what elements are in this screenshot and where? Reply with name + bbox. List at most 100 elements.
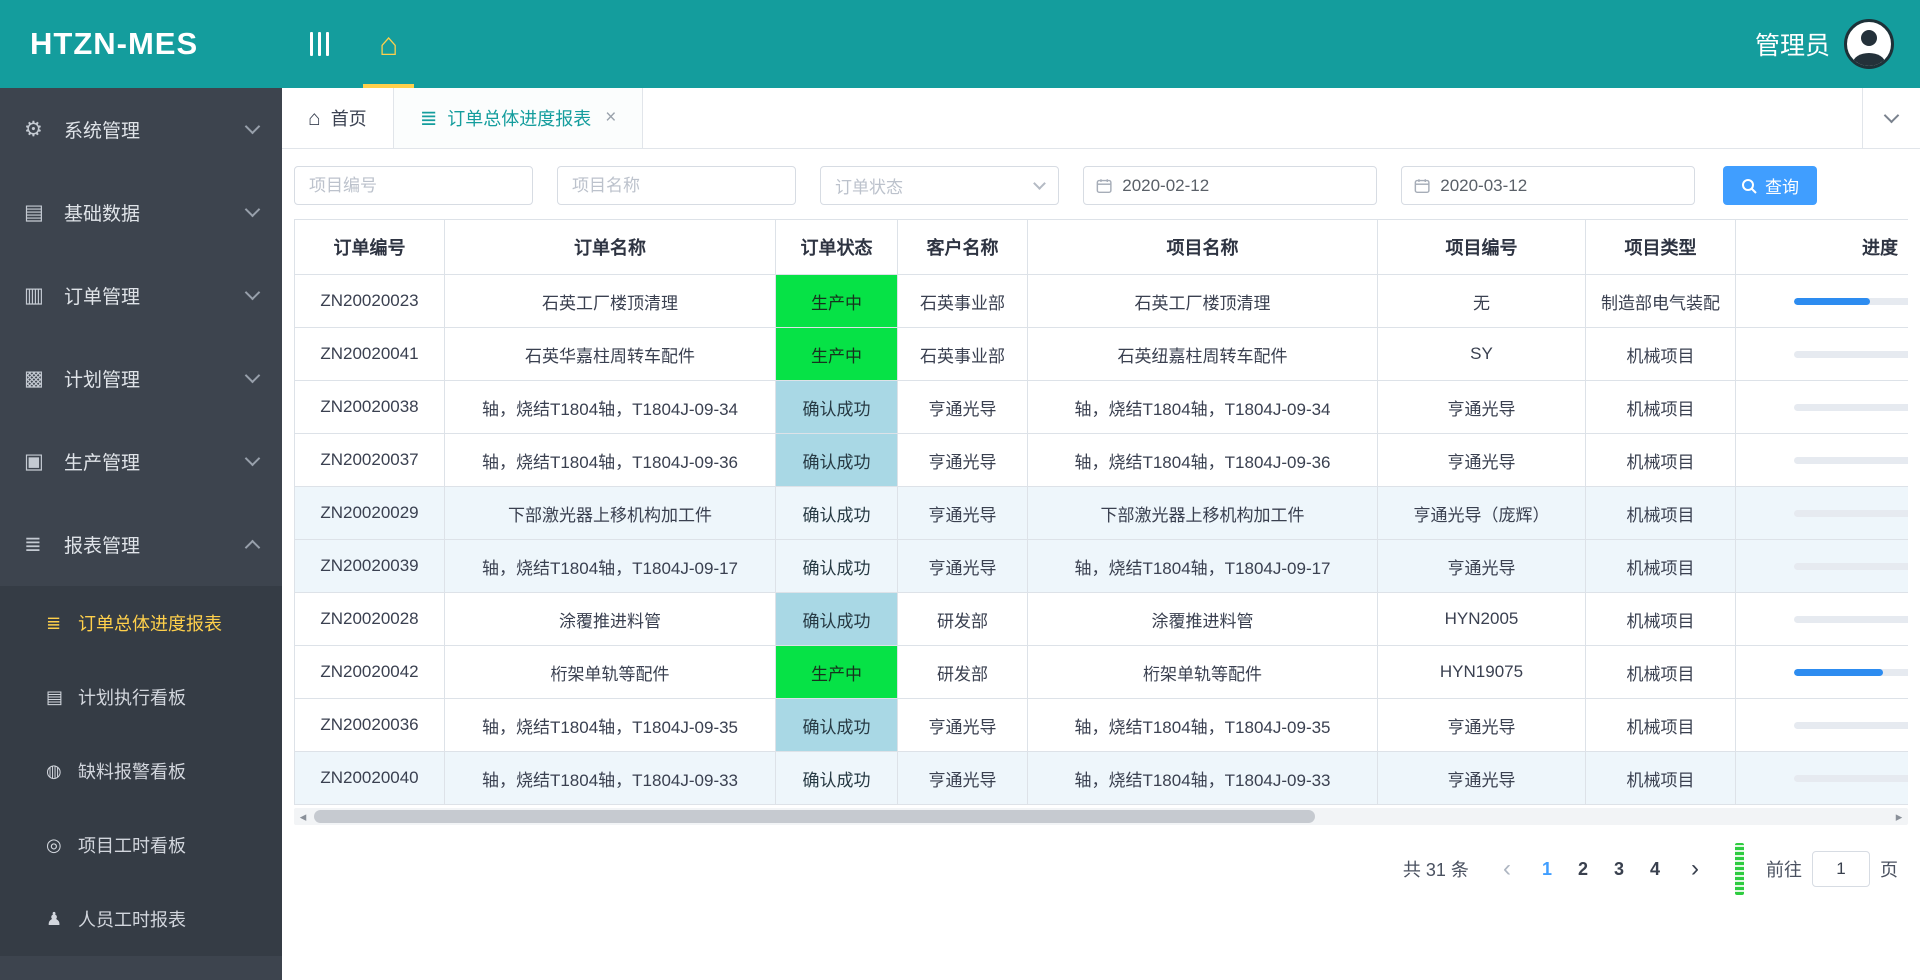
sidebar-subitem[interactable]: ♟ 人员工时报表 [0, 882, 282, 956]
plan-icon: ▩ [24, 367, 44, 390]
table-row[interactable]: ZN20020037 轴，烧结T1804轴，T1804J-09-36 确认成功 亨通光… [294, 433, 1908, 487]
order-status-select[interactable]: 订单状态 [820, 166, 1059, 205]
page-number-2[interactable]: 2 [1565, 859, 1601, 879]
table-row[interactable]: ZN20020029 下部激光器上移机构加工件 确认成功 亨通光导 下部激光器上移机构加… [294, 486, 1908, 540]
table-row[interactable]: ZN20020039 轴，烧结T1804轴，T1804J-09-17 确认成功 亨通光… [294, 539, 1908, 593]
table-row[interactable]: ZN20020040 轴，烧结T1804轴，T1804J-09-33 确认成功 亨通光… [294, 751, 1908, 805]
project-no-cell: 亨通光导 [1377, 539, 1586, 593]
sidebar-subitem[interactable]: ◎ 项目工时看板 [0, 808, 282, 882]
project-no-input[interactable] [294, 166, 533, 205]
table-row[interactable]: ZN20020023 石英工厂楼顶清理 生产中 石英事业部 石英工厂楼顶清理无制造部电气… [294, 274, 1908, 328]
production-icon: ▣ [24, 450, 44, 473]
order-name-cell: 石英工厂楼顶清理 [444, 274, 776, 328]
project-name-cell: 石英工厂楼顶清理 [1027, 274, 1378, 328]
close-tab-icon[interactable]: × [605, 107, 616, 129]
project-no-cell: 亨通光导 [1377, 380, 1586, 434]
customer-cell: 研发部 [897, 645, 1028, 699]
progress-bar: 0% [1737, 397, 1908, 417]
project-no-cell: HYN2005 [1377, 592, 1586, 646]
customer-cell: 亨通光导 [897, 698, 1028, 752]
project-name-cell: 桁架单轨等配件 [1027, 645, 1378, 699]
sidebar-item-1[interactable]: ⚙ 系统管理 [0, 88, 282, 171]
sidebar-item-2[interactable]: ▤ 基础数据 [0, 171, 282, 254]
chevron-up-icon [244, 539, 261, 556]
sidebar-subitem-label: 缺料报警看板 [78, 762, 186, 782]
table-row[interactable]: ZN20020038 轴，烧结T1804轴，T1804J-09-34 确认成功 亨通光… [294, 380, 1908, 434]
app-logo: HTZN-MES [30, 26, 199, 61]
table-row[interactable]: ZN20020042 桁架单轨等配件 生产中 研发部 桁架单轨等配件 HYN19075 机械… [294, 645, 1908, 699]
order-no-cell: ZN20020029 [294, 486, 445, 540]
sidebar-item-6[interactable]: ≣ 报表管理 [0, 503, 282, 586]
date-to-input[interactable] [1440, 175, 1682, 196]
date-from-input[interactable] [1122, 175, 1364, 196]
horizontal-scrollbar[interactable]: ◂ ▸ [294, 808, 1908, 825]
tab[interactable]: ≣ 订单总体进度报表 × [393, 88, 644, 148]
sidebar-item-5[interactable]: ▣ 生产管理 [0, 420, 282, 503]
scroll-right-icon[interactable]: ▸ [1890, 808, 1908, 825]
order-status-placeholder: 订单状态 [835, 178, 903, 197]
sidebar-item-label: 基础数据 [64, 204, 141, 225]
prev-page-button[interactable]: ‹ [1493, 857, 1521, 881]
page-number-list: 1234 [1529, 859, 1673, 880]
column-header: 进度 [1735, 219, 1908, 275]
sidebar-subitem[interactable]: ≣ 订单总体进度报表 [0, 586, 282, 660]
goto-page-input[interactable] [1812, 851, 1870, 887]
order-icon: ▥ [24, 284, 44, 307]
order-table-scroll-area[interactable]: 订单编号 订单名称 订单状态 客户名称 项目名称 项目编号 项目类型 进度 ZN2002002… [294, 219, 1908, 805]
order-no-cell: ZN20020039 [294, 539, 445, 593]
goto-label: 前往 [1766, 860, 1802, 880]
page-number-1[interactable]: 1 [1529, 859, 1565, 879]
project-name-cell: 轴，烧结T1804轴，T1804J-09-17 [1027, 539, 1378, 593]
order-name-cell: 桁架单轨等配件 [444, 645, 776, 699]
order-no-cell: ZN20020042 [294, 645, 445, 699]
sidebar-item-4[interactable]: ▩ 计划管理 [0, 337, 282, 420]
status-badge: 确认成功 [775, 592, 898, 646]
order-name-cell: 石英华嘉柱周转车配件 [444, 327, 776, 381]
sidebar-item-3[interactable]: ▥ 订单管理 [0, 254, 282, 337]
project-type-cell: 机械项目 [1585, 486, 1736, 540]
status-badge: 生产中 [775, 274, 898, 328]
progress-cell: 0% [1735, 592, 1908, 646]
order-no-cell: ZN20020028 [294, 592, 445, 646]
chevron-down-icon [244, 118, 261, 135]
sidebar-subitem[interactable]: ◍ 缺料报警看板 [0, 734, 282, 808]
chevron-down-icon [244, 367, 261, 384]
sidebar: ⚙ 系统管理 ▤ 基础数据 ▥ 订单管理 ▩ 计划管理 ▣ 生产管理 ≣ 报表管理 ≣ 订单总体进度报表 ▤… [0, 88, 282, 980]
scrollbar-thumb[interactable] [314, 810, 1315, 823]
scroll-left-icon[interactable]: ◂ [294, 808, 312, 825]
progress-bar: 0% [1737, 344, 1908, 364]
calendar-icon [1096, 178, 1112, 193]
next-page-button[interactable]: › [1681, 857, 1709, 881]
progress-cell: 64% [1735, 274, 1908, 328]
progress-cell: 0% [1735, 751, 1908, 805]
tab[interactable]: ⌂ 首页 [282, 88, 394, 148]
tab-list-dropdown-button[interactable] [1862, 88, 1920, 148]
order-no-cell: ZN20020036 [294, 698, 445, 752]
top-header: HTZN-MES ⌂ 管理员 [0, 0, 1920, 88]
green-indicator-artifact [1735, 843, 1744, 895]
sidebar-item-label: 系统管理 [64, 121, 141, 142]
progress-bar: 0% [1737, 556, 1908, 576]
progress-cell: 0% [1735, 539, 1908, 593]
table-row[interactable]: ZN20020041 石英华嘉柱周转车配件 生产中 石英事业部 石英纽嘉柱周转车配件 SY… [294, 327, 1908, 381]
user-menu[interactable]: 管理员 [1755, 19, 1894, 69]
table-row[interactable]: ZN20020028 涂覆推进料管 确认成功 研发部 涂覆推进料管 HYN2005 机械项目… [294, 592, 1908, 646]
date-from-picker[interactable] [1083, 166, 1377, 205]
customer-cell: 亨通光导 [897, 486, 1028, 540]
project-name-input[interactable] [557, 166, 796, 205]
home-nav-button[interactable]: ⌂ [355, 0, 422, 88]
status-badge: 确认成功 [775, 433, 898, 487]
project-name-cell: 轴，烧结T1804轴，T1804J-09-34 [1027, 380, 1378, 434]
sidebar-subitem[interactable]: ▤ 计划执行看板 [0, 660, 282, 734]
order-no-cell: ZN20020023 [294, 274, 445, 328]
search-button[interactable]: 查询 [1723, 166, 1817, 205]
date-to-picker[interactable] [1401, 166, 1695, 205]
page-number-4[interactable]: 4 [1637, 859, 1673, 879]
search-icon [1742, 178, 1757, 194]
order-no-cell: ZN20020038 [294, 380, 445, 434]
sidebar-collapse-button[interactable] [310, 31, 329, 57]
project-name-cell: 下部激光器上移机构加工件 [1027, 486, 1378, 540]
page-number-3[interactable]: 3 [1601, 859, 1637, 879]
table-row[interactable]: ZN20020036 轴，烧结T1804轴，T1804J-09-35 确认成功 亨通光… [294, 698, 1908, 752]
clock-icon: ◎ [46, 834, 62, 855]
